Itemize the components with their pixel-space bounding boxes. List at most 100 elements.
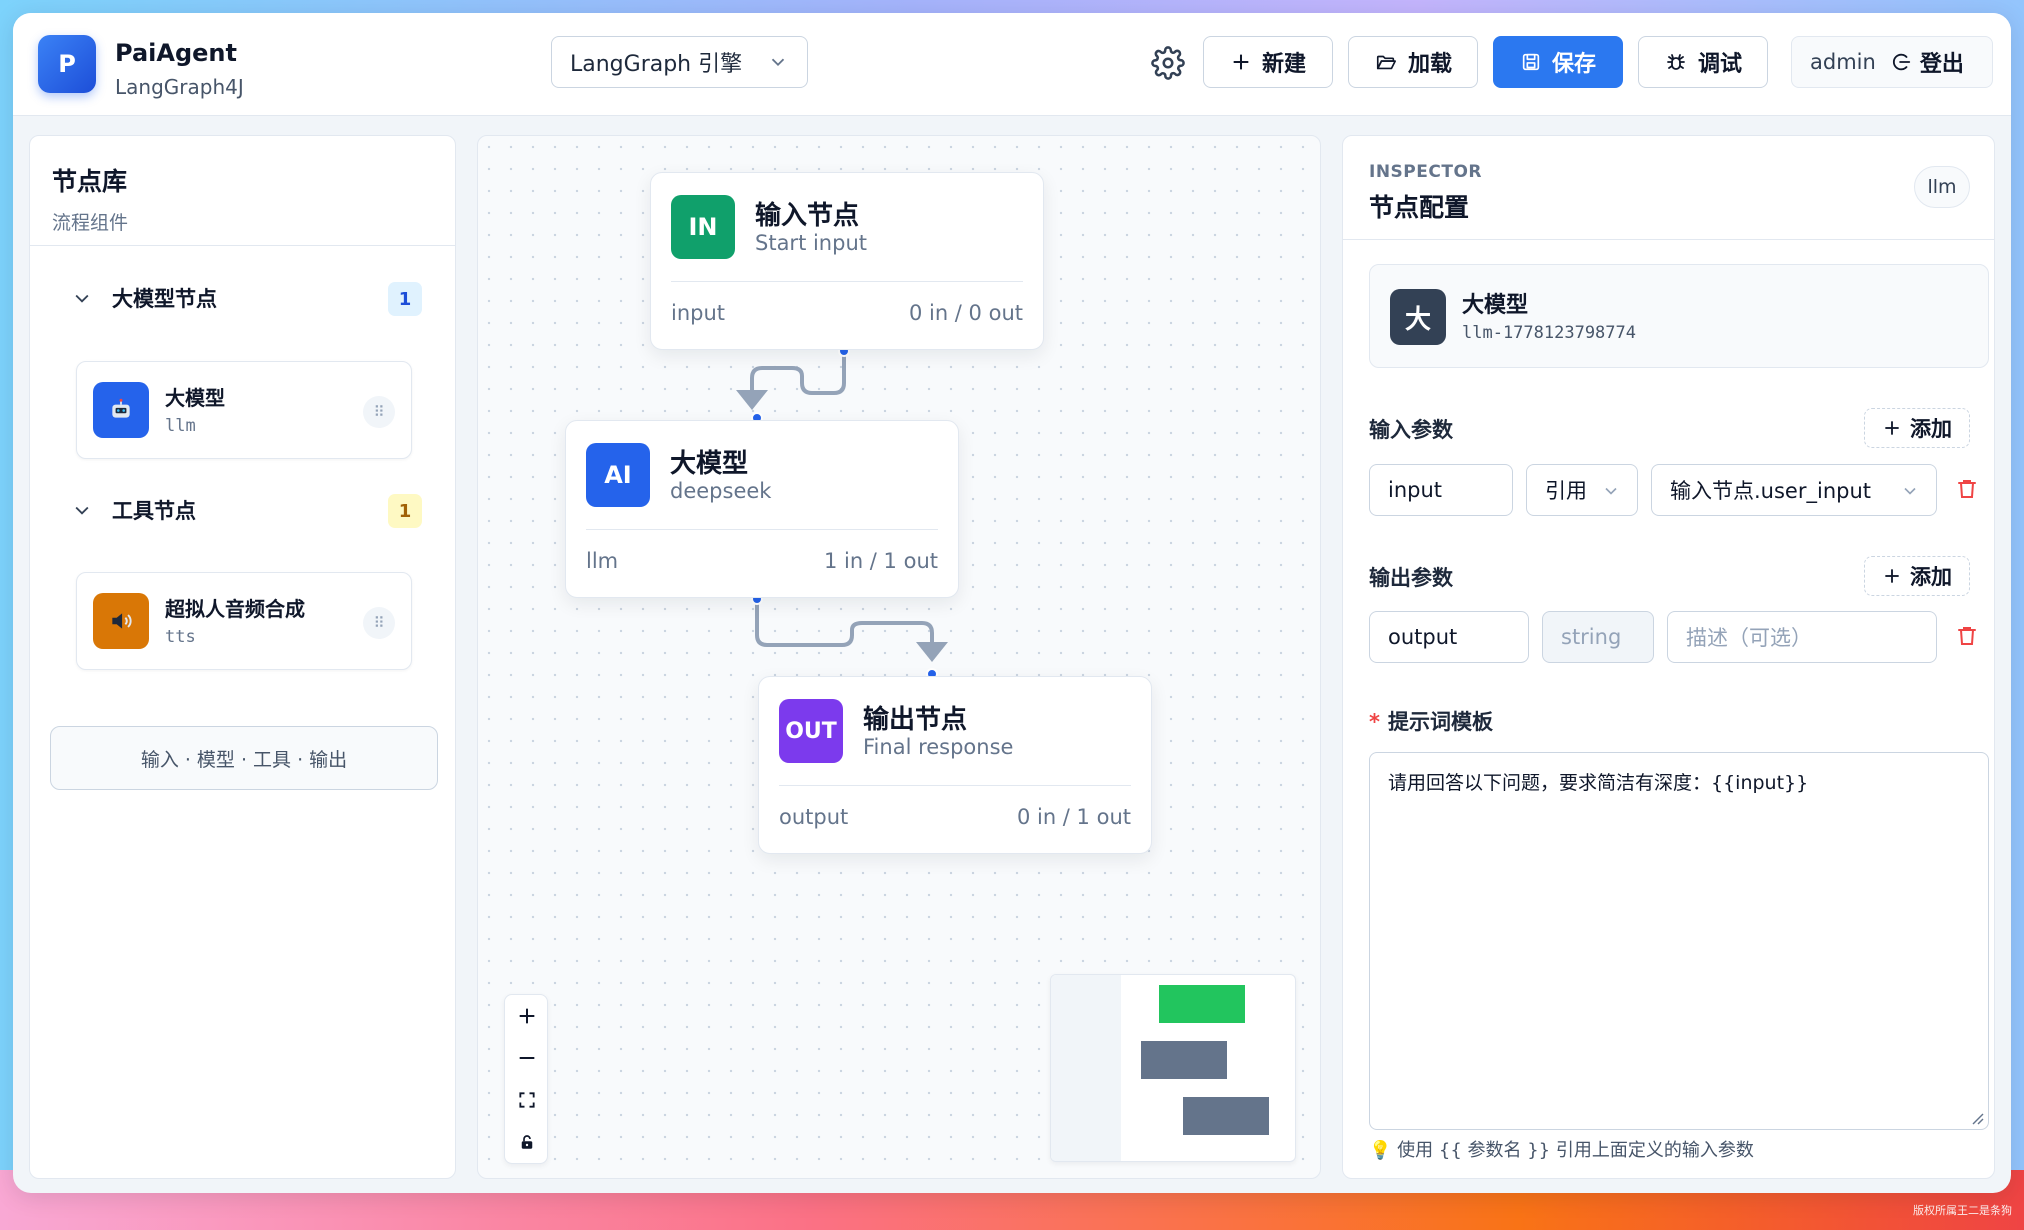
input-param-mode-select[interactable]: 引用 (1526, 464, 1638, 516)
logout-button[interactable]: 登出 (1890, 46, 1964, 78)
group-count-badge: 1 (388, 494, 422, 528)
flow-node-badge: OUT (779, 699, 843, 763)
inspector-header: INSPECTOR 节点配置 llm (1343, 136, 1994, 240)
edge-input-to-llm (750, 351, 846, 402)
plus-icon (1233, 54, 1249, 70)
node-name: 大模型 (1462, 293, 1529, 318)
output-param-name-field[interactable]: output (1369, 611, 1529, 663)
required-marker: * (1369, 710, 1380, 734)
group-count-badge: 1 (388, 282, 422, 316)
library-node-llm[interactable]: 大模型 llm ⠿ (76, 361, 412, 459)
zoom-controls (504, 994, 548, 1164)
delete-icon[interactable] (1955, 476, 1979, 502)
chevron-down-icon (1904, 487, 1916, 495)
flow-node-type: input (671, 301, 726, 325)
logout-icon (1892, 53, 1910, 71)
save-icon (1522, 53, 1540, 71)
input-param-name-field[interactable]: input (1369, 464, 1513, 516)
flow-node-title: 大模型 (670, 449, 749, 479)
library-node-code: llm (165, 416, 196, 436)
input-param-source-select[interactable]: 输入节点.user_input (1651, 464, 1937, 516)
bug-icon (1667, 54, 1685, 70)
load-button[interactable]: 加载 (1348, 36, 1478, 88)
output-param-description-field[interactable]: 描述（可选） (1667, 611, 1937, 663)
resize-handle-icon[interactable] (1970, 1111, 1984, 1125)
input-param-mode: 引用 (1545, 479, 1587, 503)
group-name: 大模型节点 (112, 287, 217, 311)
minimap-view (1051, 975, 1269, 1161)
output-param-description-placeholder: 描述（可选） (1686, 626, 1812, 650)
minimap[interactable] (1050, 974, 1296, 1162)
library-subtitle: 流程组件 (52, 212, 129, 234)
add-label: 添加 (1910, 565, 1952, 589)
flow-node-title: 输出节点 (863, 705, 968, 735)
app-window: P PaiAgent LangGraph4J LangGraph 引擎 新建 加… (13, 13, 2011, 1193)
flow-canvas[interactable]: IN 输入节点 Start input input 0 in / 0 out A… (477, 135, 1321, 1179)
save-button[interactable]: 保存 (1493, 36, 1623, 88)
library-node-name: 超拟人音频合成 (165, 597, 305, 621)
fit-view-icon[interactable] (505, 1079, 549, 1121)
username: admin (1810, 50, 1876, 74)
logout-label: 登出 (1919, 52, 1964, 77)
drag-handle-icon[interactable]: ⠿ (363, 607, 395, 639)
divider (586, 529, 938, 530)
load-button-label: 加载 (1407, 52, 1452, 77)
library-legend: 输入 · 模型 · 工具 · 输出 (50, 726, 438, 790)
flow-node-title: 输入节点 (755, 201, 860, 231)
minimap-node (1159, 985, 1245, 1023)
chevron-down-icon (75, 294, 89, 303)
library-title: 节点库 (52, 167, 128, 196)
node-avatar: 大 (1390, 289, 1446, 345)
group-header-llm[interactable]: 大模型节点 1 (72, 278, 422, 318)
app-subtitle: LangGraph4J (115, 75, 244, 99)
folder-open-icon (1376, 55, 1396, 70)
input-param-source: 输入节点.user_input (1670, 479, 1871, 503)
engine-select[interactable]: LangGraph 引擎 (551, 36, 808, 88)
zoom-out-icon[interactable] (505, 1037, 549, 1079)
output-param-type: string (1561, 625, 1622, 649)
add-input-param-button[interactable]: 添加 (1864, 408, 1970, 448)
delete-icon[interactable] (1955, 623, 1979, 649)
flow-node-io: 1 in / 1 out (823, 549, 938, 573)
flow-node-input[interactable]: IN 输入节点 Start input input 0 in / 0 out (650, 172, 1044, 350)
inspector-title: 节点配置 (1369, 193, 1470, 222)
save-button-label: 保存 (1551, 52, 1596, 77)
flow-node-io: 0 in / 1 out (1016, 805, 1131, 829)
top-bar: P PaiAgent LangGraph4J LangGraph 引擎 新建 加… (13, 13, 2011, 116)
new-button-label: 新建 (1261, 52, 1306, 77)
library-node-name: 大模型 (165, 386, 225, 410)
flow-node-type: llm (586, 549, 619, 573)
add-output-param-button[interactable]: 添加 (1864, 556, 1970, 596)
output-param-type-field: string (1542, 611, 1654, 663)
drag-handle-icon[interactable]: ⠿ (363, 396, 395, 428)
engine-select-value: LangGraph 引擎 (570, 52, 743, 77)
flow-node-type: output (779, 805, 849, 829)
flow-node-output[interactable]: OUT 输出节点 Final response output 0 in / 1 … (758, 676, 1152, 854)
flow-node-subtitle: Start input (755, 231, 867, 255)
library-node-code: tts (165, 627, 196, 647)
zoom-in-icon[interactable] (505, 995, 549, 1037)
flow-node-badge: IN (671, 195, 735, 259)
flow-node-llm[interactable]: AI 大模型 deepseek llm 1 in / 1 out (565, 420, 959, 598)
node-type-tag: llm (1914, 166, 1970, 208)
flow-node-subtitle: Final response (863, 735, 1014, 759)
prompt-template-textarea[interactable]: 请用回答以下问题，要求简洁有深度：{{input}} (1369, 752, 1989, 1130)
speaker-icon (93, 593, 149, 649)
prompt-label-text: 提示词模板 (1387, 710, 1493, 734)
debug-button[interactable]: 调试 (1638, 36, 1768, 88)
lightbulb-icon: 💡 (1369, 1140, 1392, 1161)
node-id: llm-1778123798774 (1462, 323, 1636, 343)
chevron-down-icon (771, 58, 785, 67)
output-param-name: output (1388, 625, 1458, 649)
minimap-node (1141, 1041, 1227, 1079)
new-button[interactable]: 新建 (1203, 36, 1333, 88)
library-node-tts[interactable]: 超拟人音频合成 tts ⠿ (76, 572, 412, 670)
prompt-text: 请用回答以下问题，要求简洁有深度：{{input}} (1388, 772, 1809, 794)
watermark: 版权所属王二是条狗 (1913, 1204, 2012, 1217)
chevron-down-icon (75, 506, 89, 515)
lock-icon[interactable] (505, 1121, 549, 1163)
library-header: 节点库 流程组件 (30, 136, 455, 246)
group-header-tools[interactable]: 工具节点 1 (72, 490, 422, 530)
group-name: 工具节点 (112, 499, 196, 523)
gear-icon[interactable] (1151, 46, 1185, 80)
